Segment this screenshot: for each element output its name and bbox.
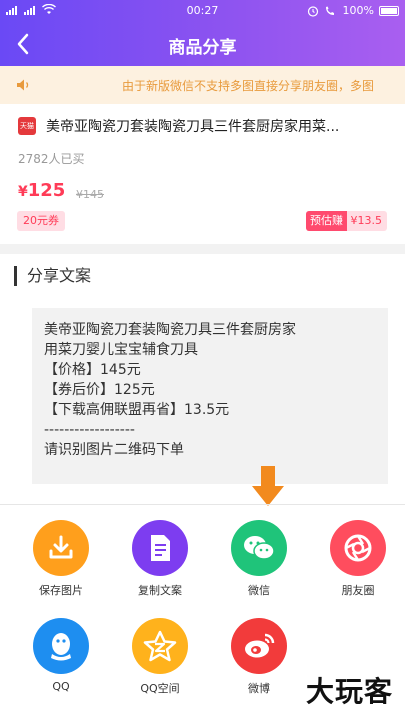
battery-icon (379, 5, 399, 16)
qq-share-button[interactable]: QQ (16, 618, 106, 693)
share-option-label: 朋友圈 (341, 584, 375, 597)
moments-share-button[interactable]: 朋友圈 (313, 520, 403, 598)
watermark: 大玩客 (305, 675, 393, 708)
alarm-icon (307, 5, 318, 17)
price: ¥125 (18, 180, 65, 201)
page-title: 商品分享 (168, 38, 237, 58)
document-icon (132, 520, 188, 576)
copy-line: 【价格】145元 (44, 362, 141, 378)
speaker-icon (17, 79, 29, 91)
wechat-icon (231, 520, 287, 576)
copy-line: ------------------ (44, 422, 135, 438)
tmall-badge: 天猫 (18, 117, 36, 135)
earnings-label: 预估赚 (306, 211, 347, 231)
product-title: 美帝亚陶瓷刀套装陶瓷刀具三件套厨房家用菜... (46, 119, 340, 135)
share-option-label: QQ空间 (140, 682, 180, 695)
copy-line: 美帝亚陶瓷刀套装陶瓷刀具三件套厨房家 (44, 322, 296, 338)
share-option-label: 微博 (248, 682, 270, 695)
copy-line: 用菜刀婴儿宝宝辅食刀具 (44, 342, 198, 358)
weibo-icon (231, 618, 287, 674)
moments-icon (330, 520, 386, 576)
system-status: 100% (307, 4, 399, 17)
price-currency: ¥ (18, 184, 28, 200)
share-option-label: QQ (52, 680, 70, 693)
sold-count: 2782人已买 (18, 152, 85, 166)
qzone-share-button[interactable]: QQ空间 (115, 618, 205, 696)
copy-text-button[interactable]: 复制文案 (115, 520, 205, 598)
coupon-tag: 20元券 (17, 211, 65, 231)
hd-call-icon (325, 6, 334, 15)
product-card: 天猫 美帝亚陶瓷刀套装陶瓷刀具三件套厨房家用菜... 2782人已买 ¥125 … (0, 104, 405, 244)
notice-text: 由于新版微信不支持多图直接分享朋友圈，多图 (122, 79, 375, 93)
weibo-share-button[interactable]: 微博 (214, 618, 304, 696)
share-section: 分享文案 美帝亚陶瓷刀套装陶瓷刀具三件套厨房家 用菜刀婴儿宝宝辅食刀具 【价格】… (0, 254, 405, 720)
share-copy-text[interactable]: 美帝亚陶瓷刀套装陶瓷刀具三件套厨房家 用菜刀婴儿宝宝辅食刀具 【价格】145元 … (32, 308, 388, 484)
qzone-icon (132, 618, 188, 674)
wechat-share-button[interactable]: 微信 (214, 520, 304, 598)
copy-line: 请识别图片二维码下单 (44, 442, 184, 458)
download-icon (33, 520, 89, 576)
copy-line: 【券后价】125元 (44, 382, 155, 398)
share-option-label: 微信 (248, 584, 270, 597)
status-bar: 00:27 100% (0, 0, 405, 22)
section-title: 分享文案 (14, 266, 91, 286)
save-image-button[interactable]: 保存图片 (16, 520, 106, 598)
copy-line: 【下载高佣联盟再省】13.5元 (44, 402, 230, 418)
earnings-value: ¥13.5 (350, 214, 383, 227)
price-value: 125 (27, 180, 66, 201)
divider (0, 504, 405, 505)
original-price: ¥145 (76, 188, 104, 201)
header: 商品分享 (0, 22, 405, 66)
battery-percent: 100% (342, 4, 374, 17)
qq-icon (33, 618, 89, 674)
share-option-label: 复制文案 (138, 584, 182, 597)
down-arrow-icon (252, 466, 284, 506)
share-option-label: 保存图片 (39, 584, 83, 597)
notice-banner: 由于新版微信不支持多图直接分享朋友圈，多图 (0, 66, 405, 104)
estimated-earnings-tag: 预估赚 ¥13.5 (306, 211, 387, 231)
